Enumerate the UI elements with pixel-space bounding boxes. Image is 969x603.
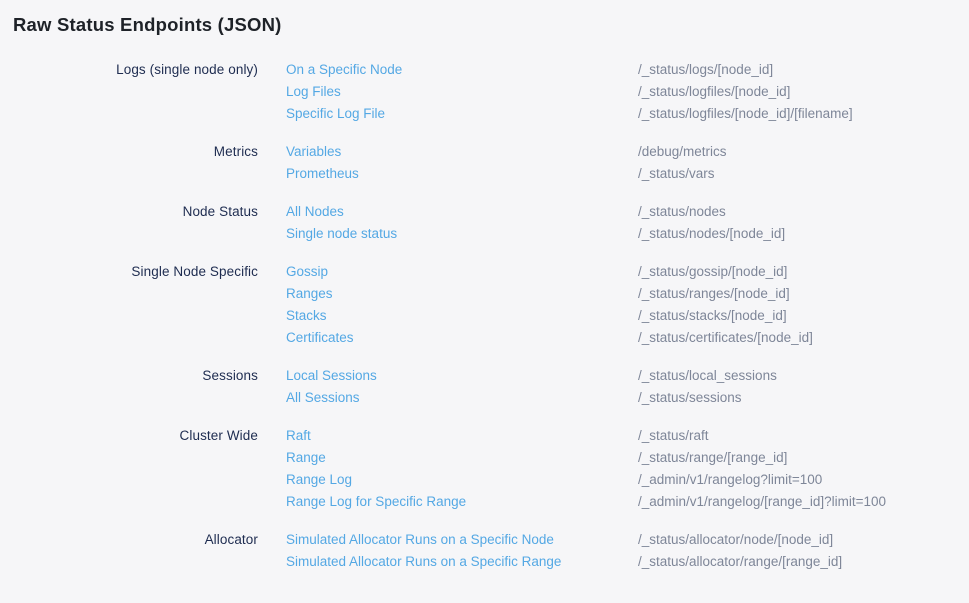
endpoint-row: Single node status /_status/nodes/[node_…: [286, 223, 953, 245]
endpoint-link[interactable]: Specific Log File: [286, 103, 638, 125]
endpoint-link[interactable]: Stacks: [286, 305, 638, 327]
endpoint-group-metrics: Metrics Variables /debug/metrics Prometh…: [13, 141, 953, 185]
endpoint-row: Local Sessions /_status/local_sessions: [286, 365, 953, 387]
endpoint-group-single-node: Single Node Specific Gossip /_status/gos…: [13, 261, 953, 349]
endpoint-link[interactable]: Variables: [286, 141, 638, 163]
endpoint-url: /_admin/v1/rangelog/[range_id]?limit=100: [638, 491, 886, 513]
endpoint-url: /_status/nodes/[node_id]: [638, 223, 785, 245]
endpoint-group-cluster-wide: Cluster Wide Raft /_status/raft Range /_…: [13, 425, 953, 513]
endpoint-rows: Gossip /_status/gossip/[node_id] Ranges …: [286, 261, 953, 349]
endpoint-link[interactable]: Single node status: [286, 223, 638, 245]
endpoint-url: /_status/sessions: [638, 387, 742, 409]
endpoint-group-logs: Logs (single node only) On a Specific No…: [13, 59, 953, 125]
endpoint-row: Specific Log File /_status/logfiles/[nod…: [286, 103, 953, 125]
endpoint-row: Simulated Allocator Runs on a Specific R…: [286, 551, 953, 573]
endpoint-row: Simulated Allocator Runs on a Specific N…: [286, 529, 953, 551]
endpoint-link[interactable]: Raft: [286, 425, 638, 447]
category-label: Metrics: [13, 141, 258, 163]
endpoint-link[interactable]: Simulated Allocator Runs on a Specific R…: [286, 551, 638, 573]
endpoint-row: Log Files /_status/logfiles/[node_id]: [286, 81, 953, 103]
endpoint-link[interactable]: Gossip: [286, 261, 638, 283]
endpoint-url: /_status/allocator/node/[node_id]: [638, 529, 833, 551]
endpoint-row: Range /_status/range/[range_id]: [286, 447, 953, 469]
endpoint-rows: On a Specific Node /_status/logs/[node_i…: [286, 59, 953, 125]
category-label: Cluster Wide: [13, 425, 258, 447]
endpoint-row: All Sessions /_status/sessions: [286, 387, 953, 409]
endpoint-group-sessions: Sessions Local Sessions /_status/local_s…: [13, 365, 953, 409]
endpoint-link[interactable]: Certificates: [286, 327, 638, 349]
endpoint-rows: Raft /_status/raft Range /_status/range/…: [286, 425, 953, 513]
endpoint-row: Gossip /_status/gossip/[node_id]: [286, 261, 953, 283]
endpoint-link[interactable]: On a Specific Node: [286, 59, 638, 81]
debug-endpoints-page: Raw Status Endpoints (JSON) Logs (single…: [0, 0, 969, 573]
endpoint-row: Variables /debug/metrics: [286, 141, 953, 163]
endpoint-url: /debug/metrics: [638, 141, 727, 163]
endpoint-url: /_status/local_sessions: [638, 365, 777, 387]
endpoint-row: On a Specific Node /_status/logs/[node_i…: [286, 59, 953, 81]
endpoint-link[interactable]: Range Log for Specific Range: [286, 491, 638, 513]
endpoint-link[interactable]: Range: [286, 447, 638, 469]
endpoint-url: /_status/raft: [638, 425, 709, 447]
endpoint-link[interactable]: Prometheus: [286, 163, 638, 185]
endpoint-rows: Local Sessions /_status/local_sessions A…: [286, 365, 953, 409]
endpoint-link[interactable]: Log Files: [286, 81, 638, 103]
endpoint-url: /_status/nodes: [638, 201, 726, 223]
endpoint-link[interactable]: Range Log: [286, 469, 638, 491]
endpoint-url: /_status/range/[range_id]: [638, 447, 787, 469]
endpoint-url: /_admin/v1/rangelog?limit=100: [638, 469, 822, 491]
endpoint-link[interactable]: All Sessions: [286, 387, 638, 409]
endpoint-rows: All Nodes /_status/nodes Single node sta…: [286, 201, 953, 245]
endpoint-link[interactable]: All Nodes: [286, 201, 638, 223]
endpoint-rows: Simulated Allocator Runs on a Specific N…: [286, 529, 953, 573]
category-label: Sessions: [13, 365, 258, 387]
endpoint-link[interactable]: Local Sessions: [286, 365, 638, 387]
endpoint-row: Stacks /_status/stacks/[node_id]: [286, 305, 953, 327]
endpoint-row: Raft /_status/raft: [286, 425, 953, 447]
category-label: Logs (single node only): [13, 59, 258, 81]
endpoint-link[interactable]: Simulated Allocator Runs on a Specific N…: [286, 529, 638, 551]
endpoint-group-allocator: Allocator Simulated Allocator Runs on a …: [13, 529, 953, 573]
endpoint-url: /_status/ranges/[node_id]: [638, 283, 790, 305]
category-label: Allocator: [13, 529, 258, 551]
endpoint-url: /_status/vars: [638, 163, 715, 185]
category-label: Single Node Specific: [13, 261, 258, 283]
endpoint-url: /_status/logfiles/[node_id]: [638, 81, 790, 103]
page-title: Raw Status Endpoints (JSON): [13, 14, 953, 36]
endpoint-url: /_status/logfiles/[node_id]/[filename]: [638, 103, 853, 125]
endpoint-url: /_status/certificates/[node_id]: [638, 327, 813, 349]
endpoint-link[interactable]: Ranges: [286, 283, 638, 305]
endpoint-group-node-status: Node Status All Nodes /_status/nodes Sin…: [13, 201, 953, 245]
endpoint-rows: Variables /debug/metrics Prometheus /_st…: [286, 141, 953, 185]
endpoint-url: /_status/gossip/[node_id]: [638, 261, 787, 283]
endpoint-url: /_status/stacks/[node_id]: [638, 305, 787, 327]
endpoint-row: Range Log for Specific Range /_admin/v1/…: [286, 491, 953, 513]
endpoint-row: Prometheus /_status/vars: [286, 163, 953, 185]
endpoint-row: Certificates /_status/certificates/[node…: [286, 327, 953, 349]
endpoint-row: All Nodes /_status/nodes: [286, 201, 953, 223]
category-label: Node Status: [13, 201, 258, 223]
endpoint-row: Range Log /_admin/v1/rangelog?limit=100: [286, 469, 953, 491]
endpoint-row: Ranges /_status/ranges/[node_id]: [286, 283, 953, 305]
endpoint-url: /_status/logs/[node_id]: [638, 59, 773, 81]
endpoint-url: /_status/allocator/range/[range_id]: [638, 551, 842, 573]
